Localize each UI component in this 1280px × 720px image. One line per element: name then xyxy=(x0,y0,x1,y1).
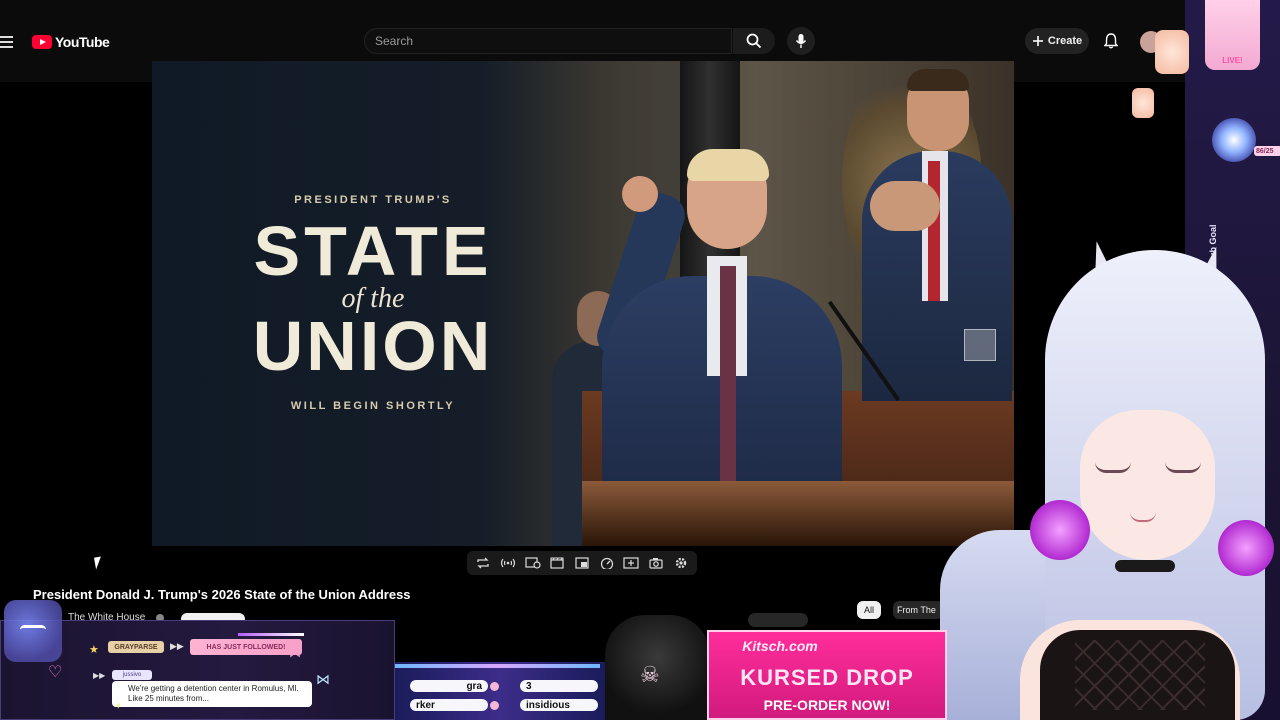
goal-pill: gra xyxy=(410,680,488,692)
heart-icon: ♡ xyxy=(48,664,63,681)
video-tools-toolbar xyxy=(467,551,697,575)
share-button[interactable] xyxy=(748,613,808,627)
sub-goal-count: 86/25 xyxy=(1254,146,1280,156)
right-person-hair xyxy=(907,69,969,91)
double-arrow-icon: ▶▶ xyxy=(93,671,106,680)
chat-message-bubble: We're getting a detention center in Romu… xyxy=(112,681,312,707)
follow-event-tag: HAS JUST FOLLOWED! xyxy=(190,639,302,655)
overlay-pretitle: PRESIDENT TRUMP'S xyxy=(294,194,452,206)
add-frame-icon[interactable] xyxy=(622,555,640,571)
overlay-state: STATE xyxy=(253,212,493,290)
merch-title: KURSED DROP xyxy=(740,665,914,690)
mascot-eyes xyxy=(20,625,46,634)
overlay-union: UNION xyxy=(252,307,494,385)
create-label: Create xyxy=(1047,35,1083,47)
lantern-decor xyxy=(1155,30,1189,74)
center-person-hand xyxy=(622,176,658,212)
video-player[interactable]: PRESIDENT TRUMP'S STATE of the UNION WIL… xyxy=(152,61,1014,546)
center-person-tie xyxy=(720,266,736,486)
notifications-bell-icon[interactable] xyxy=(1101,31,1121,51)
diamond-dot-icon xyxy=(490,701,499,710)
right-person-hands xyxy=(870,181,940,231)
youtube-play-icon xyxy=(32,35,52,49)
bow-icon: ⋈ xyxy=(316,671,330,687)
plus-icon xyxy=(1032,36,1043,46)
goal-panel-glow xyxy=(395,664,600,668)
center-person-hair xyxy=(687,149,769,181)
mouse-cursor-icon xyxy=(94,556,103,570)
bow-icon: ⋈ xyxy=(289,646,301,660)
vtuber-flower-right xyxy=(1218,520,1274,576)
vtuber-flower-left xyxy=(1030,500,1090,560)
search-button[interactable] xyxy=(733,28,775,54)
water-glass xyxy=(964,329,996,361)
follow-progress-bar xyxy=(238,633,304,636)
overlay-posttitle: WILL BEGIN SHORTLY xyxy=(290,400,456,412)
heart-dot-icon xyxy=(490,682,499,691)
vtuber-face xyxy=(1080,410,1215,560)
create-button[interactable]: Create xyxy=(1025,28,1089,54)
voice-search-button[interactable] xyxy=(787,27,815,55)
podium-front xyxy=(582,481,1014,546)
video-title: President Donald J. Trump's 2026 State o… xyxy=(33,587,411,602)
merch-subtitle: PRE-ORDER NOW! xyxy=(763,697,891,713)
loop-icon[interactable] xyxy=(474,555,492,571)
vtuber-eye-right xyxy=(1165,462,1201,473)
camera-screenshot-icon[interactable] xyxy=(647,555,665,571)
live-badge-label: LIVE! xyxy=(1222,56,1243,65)
merch-logo: Kitsch.com xyxy=(742,638,818,654)
follower-name-tag: GRAYPARSE xyxy=(108,641,164,653)
goal-pill: insidious xyxy=(520,699,598,711)
goal-pill: 3 xyxy=(520,680,598,692)
youtube-logo[interactable]: YouTube xyxy=(32,34,110,50)
clapperboard-icon[interactable] xyxy=(548,555,566,571)
microphone-icon xyxy=(795,34,807,48)
star-icon: ★ xyxy=(89,644,99,656)
search-icon xyxy=(746,33,762,49)
search-input[interactable] xyxy=(364,28,732,54)
chat-username-tag: jussivo xyxy=(112,670,152,680)
resize-icon[interactable] xyxy=(573,555,591,571)
audio-waves-icon[interactable] xyxy=(499,555,517,571)
goal-pill: rker xyxy=(410,699,488,711)
vtuber-choker xyxy=(1115,560,1175,572)
lantern-decor-small xyxy=(1132,88,1154,118)
speedometer-icon[interactable] xyxy=(598,555,616,571)
skull-icon: ☠ xyxy=(640,662,660,687)
chip-from-channel[interactable]: From The xyxy=(893,601,943,619)
hamburger-menu-icon[interactable] xyxy=(0,33,16,49)
gear-icon[interactable] xyxy=(672,555,690,571)
chip-all[interactable]: All xyxy=(857,601,881,619)
double-arrow-icon: ▶▶ xyxy=(170,641,184,651)
playback-settings-icon[interactable] xyxy=(524,555,542,571)
vtuber-lace xyxy=(1075,640,1205,710)
vtuber-eye-left xyxy=(1095,462,1131,473)
right-person-tie xyxy=(928,161,940,301)
logo-text: YouTube xyxy=(55,34,110,50)
sparkle-icon: ✦ xyxy=(114,701,123,712)
